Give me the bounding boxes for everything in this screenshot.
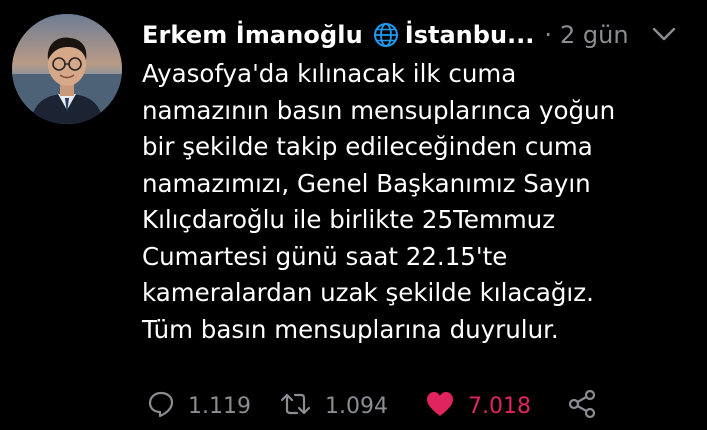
tweet-text-line: namazının basın mensuplarınca yoğun: [142, 95, 616, 125]
timestamp[interactable]: 2 gün: [560, 21, 629, 49]
tweet-text-line: Ayasofya'da kılınacak ilk cuma: [142, 59, 517, 88]
tweet-text: Ayasofya'da kılınacak ilk cuma namazının…: [142, 56, 697, 348]
separator: ·: [544, 21, 553, 49]
share-icon: [566, 388, 598, 424]
retweet-icon: [279, 389, 313, 423]
reply-count: 1.119: [188, 393, 251, 419]
like-count: 7.018: [468, 393, 531, 419]
heart-icon: [424, 389, 456, 423]
location: İstanbu...: [404, 21, 535, 49]
share-button[interactable]: [566, 386, 598, 426]
globe-icon: [373, 22, 399, 48]
tweet-text-line: Cumartesi günü saat 22.15'te: [142, 241, 508, 271]
display-name[interactable]: Erkem İmanoğlu: [142, 21, 363, 49]
tweet-actions: 1.119 1.094 7.018: [142, 386, 612, 426]
retweet-count: 1.094: [325, 393, 388, 419]
retweet-button[interactable]: 1.094: [279, 386, 388, 426]
tweet[interactable]: Erkem İmanoğlu İstanbu... · 2 gün Ayasof…: [0, 0, 707, 430]
reply-button[interactable]: 1.119: [146, 386, 251, 426]
tweet-text-line: namazımızı, Genel Başkanımız Sayın: [142, 168, 591, 198]
tweet-header: Erkem İmanoğlu İstanbu... · 2 gün: [142, 17, 697, 53]
tweet-text-line: kameralardan uzak şekilde kılacağız.: [142, 278, 594, 307]
reply-icon: [146, 389, 176, 423]
tweet-text-line: Tüm basın mensuplarına duyrulur.: [142, 314, 559, 344]
profile-photo: [12, 14, 122, 124]
like-button[interactable]: 7.018: [424, 386, 531, 426]
chevron-down-icon[interactable]: [651, 24, 677, 44]
avatar[interactable]: [12, 14, 122, 124]
tweet-text-line: Kılıçdaroğlu ile birlikte 25Temmuz: [142, 205, 556, 234]
tweet-text-line: bir şekilde takip edileceğinden cuma: [142, 132, 593, 161]
